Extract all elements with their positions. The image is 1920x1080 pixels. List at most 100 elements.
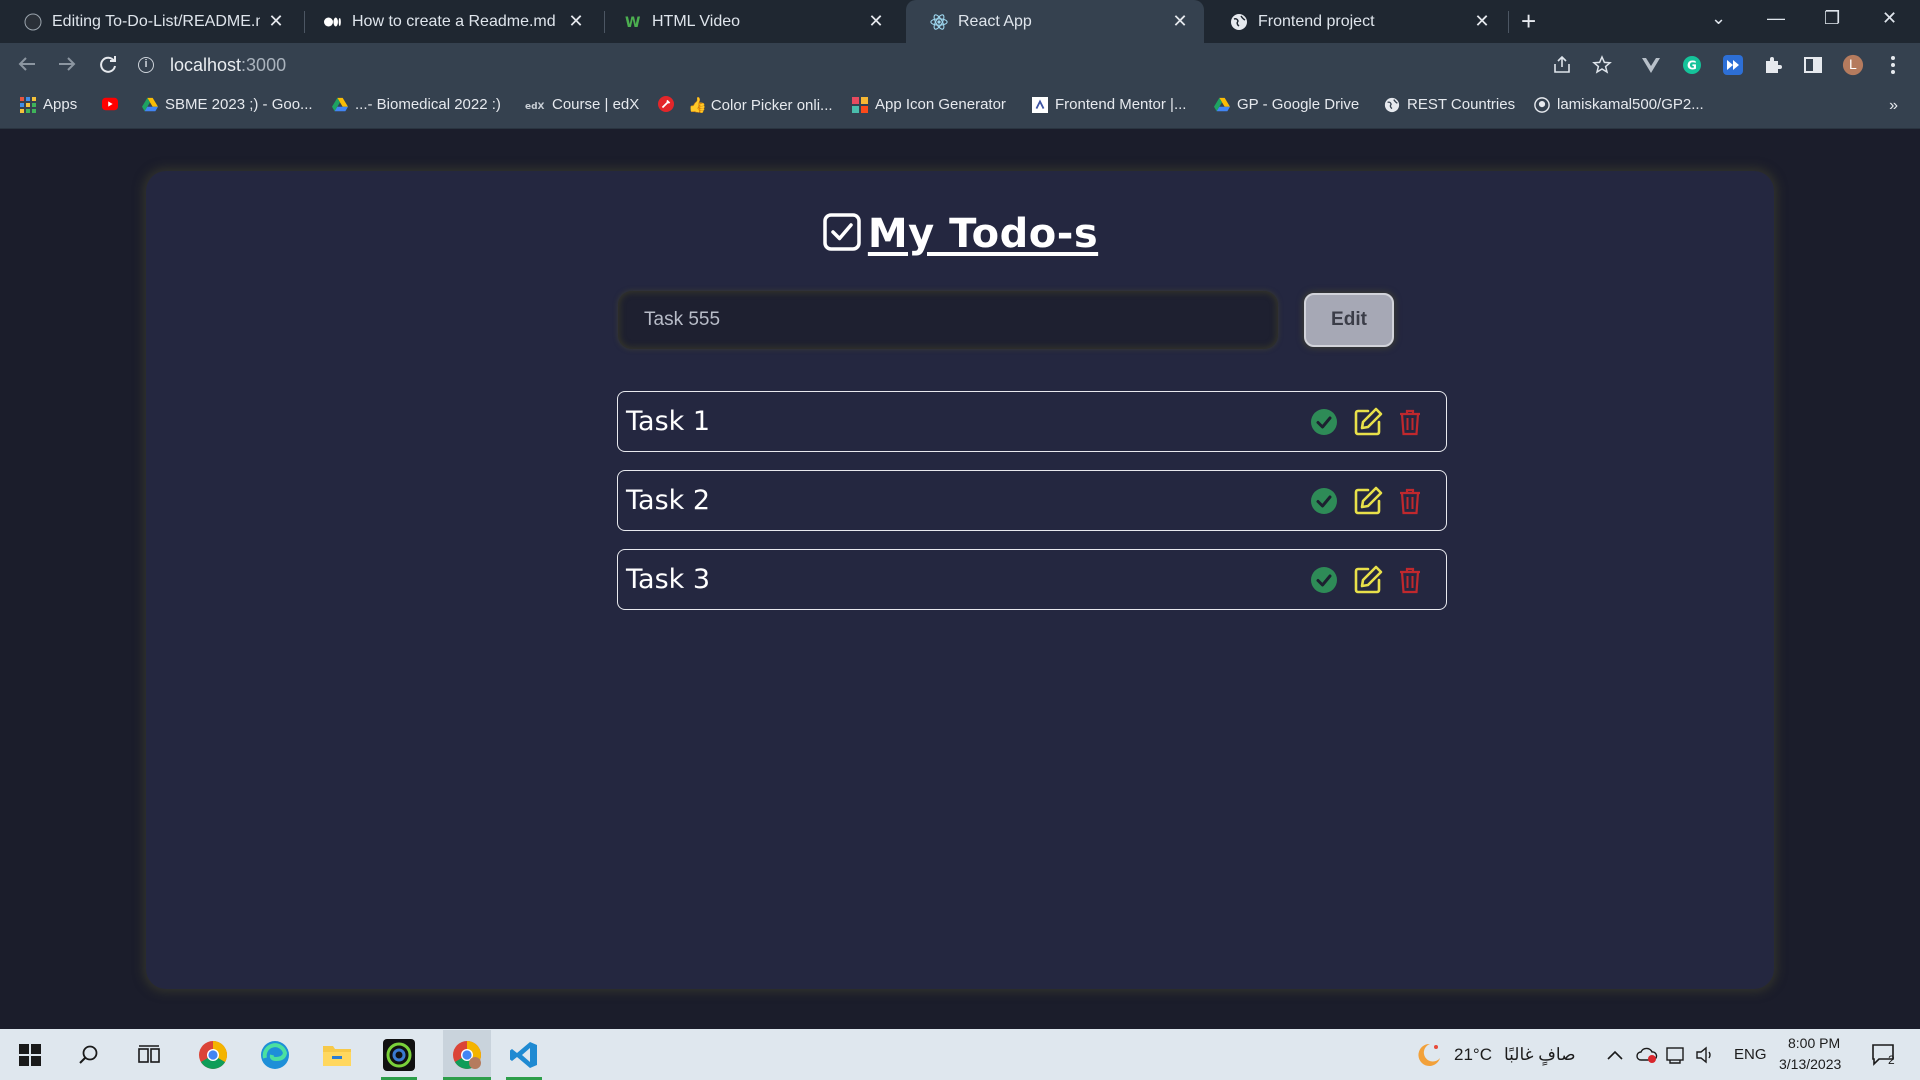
bookmark-color-picker-icon[interactable] <box>658 96 681 112</box>
back-arrow-icon[interactable] <box>16 53 38 79</box>
tab-react-app[interactable]: React App ✕ <box>906 0 1204 43</box>
close-icon[interactable]: ✕ <box>266 11 286 32</box>
tab-frontend-project[interactable]: Frontend project ✕ <box>1206 0 1506 43</box>
reload-icon[interactable] <box>97 53 119 79</box>
vscode-taskbar-icon[interactable] <box>506 1037 542 1080</box>
edge-taskbar-icon[interactable] <box>257 1037 293 1073</box>
bookmark-biomedical-2022[interactable]: ...- Biomedical 2022 :) <box>332 96 501 113</box>
apps-grid-icon <box>20 96 36 113</box>
close-icon[interactable]: ✕ <box>1170 11 1190 32</box>
bookmark-label: Frontend Mentor |... <box>1055 96 1187 113</box>
close-icon[interactable]: ✕ <box>866 11 886 32</box>
close-icon[interactable]: ✕ <box>566 11 586 32</box>
tab-html-video[interactable]: W HTML Video ✕ <box>600 0 900 43</box>
delete-trash-icon[interactable] <box>1398 408 1422 436</box>
clock-time[interactable]: 8:00 PM <box>1788 1035 1840 1051</box>
edit-pencil-icon[interactable] <box>1352 406 1384 438</box>
svg-text:W: W <box>625 15 640 31</box>
bookmark-youtube[interactable] <box>102 96 125 112</box>
tab-search-button[interactable]: ⌄ <box>1711 8 1726 29</box>
bookmark-frontend-mentor[interactable]: Frontend Mentor |... <box>1032 96 1186 113</box>
window-close-button[interactable]: ✕ <box>1882 8 1897 29</box>
fast-forward-extension-icon[interactable] <box>1722 54 1744 76</box>
bookmark-github-gp2[interactable]: lamiskamal500/GP2... <box>1534 96 1704 113</box>
app-title-text: My Todo-s <box>867 211 1099 257</box>
extensions-puzzle-icon[interactable] <box>1762 54 1784 76</box>
bookmark-label: GP - Google Drive <box>1237 96 1360 113</box>
bookmarks-overflow-button[interactable]: » <box>1889 97 1898 115</box>
clock-date[interactable]: 3/13/2023 <box>1779 1056 1841 1072</box>
github-icon <box>1534 96 1550 113</box>
language-indicator[interactable]: ENG <box>1734 1046 1767 1063</box>
search-icon[interactable] <box>71 1037 107 1073</box>
svg-text:G: G <box>1687 59 1697 73</box>
task-view-icon[interactable] <box>131 1037 167 1073</box>
edit-pencil-icon[interactable] <box>1352 564 1384 596</box>
info-icon[interactable]: i <box>138 57 154 73</box>
grammarly-icon[interactable]: G <box>1681 54 1703 76</box>
bookmark-label: lamiskamal500/GP2... <box>1557 96 1704 113</box>
google-drive-icon <box>332 97 348 113</box>
todo-text: Task 3 <box>626 564 711 595</box>
chrome-taskbar-icon[interactable] <box>195 1037 231 1073</box>
url-port: :3000 <box>241 54 287 75</box>
forward-arrow-icon[interactable] <box>56 53 78 79</box>
bookmark-label: REST Countries <box>1407 96 1516 113</box>
side-panel-icon[interactable] <box>1802 54 1824 76</box>
tab-readme-editor[interactable]: Editing To-Do-List/README.md a ✕ <box>0 0 300 43</box>
tab-title: HTML Video <box>652 12 741 30</box>
delete-trash-icon[interactable] <box>1398 487 1422 515</box>
tab-readme-howto[interactable]: How to create a Readme.md file? ✕ <box>300 0 600 43</box>
bookmark-edx[interactable]: edX Course | edX <box>525 96 639 113</box>
bookmark-app-icon-generator[interactable]: App Icon Generator <box>852 96 1006 113</box>
windows-taskbar: 21°C صافٍ غالبًا ENG 8:00 PM 3/13/2023 2 <box>0 1029 1920 1080</box>
tab-title: React App <box>958 12 1032 30</box>
bookmark-color-picker[interactable]: 👍 Color Picker onli... <box>688 96 833 114</box>
todo-input[interactable] <box>618 291 1278 349</box>
bookmark-label: Apps <box>43 96 78 113</box>
address-bar[interactable]: i localhost:3000 <box>138 49 1598 81</box>
delete-trash-icon[interactable] <box>1398 566 1422 594</box>
minimize-button[interactable]: — <box>1767 8 1785 29</box>
network-icon[interactable] <box>1666 1037 1688 1073</box>
close-icon[interactable]: ✕ <box>1472 11 1492 32</box>
bookmark-apps[interactable]: Apps <box>20 96 77 113</box>
cloud-error-icon[interactable] <box>1636 1037 1658 1073</box>
profile-initial: L <box>1849 56 1857 72</box>
notifications-icon[interactable]: 2 <box>1866 1037 1902 1073</box>
restore-button[interactable]: ❐ <box>1824 8 1840 29</box>
chevron-up-icon[interactable] <box>1605 1037 1625 1073</box>
complete-check-icon[interactable] <box>1310 566 1338 594</box>
new-tab-button[interactable]: + <box>1521 8 1536 34</box>
browser-tab-strip: Editing To-Do-List/README.md a ✕ How to … <box>0 0 1920 43</box>
todo-actions <box>1296 485 1422 517</box>
edit-pencil-icon[interactable] <box>1352 485 1384 517</box>
weather-temperature[interactable]: 21°C <box>1454 1045 1492 1065</box>
bookmark-gp-drive[interactable]: GP - Google Drive <box>1214 96 1359 113</box>
weather-icon[interactable] <box>1410 1037 1446 1073</box>
obs-taskbar-icon[interactable] <box>381 1037 417 1080</box>
edit-button[interactable]: Edit <box>1304 293 1394 347</box>
vue-devtools-icon[interactable] <box>1640 54 1662 76</box>
share-icon[interactable] <box>1551 54 1573 76</box>
complete-check-icon[interactable] <box>1310 408 1338 436</box>
todo-actions <box>1296 564 1422 596</box>
more-menu-icon[interactable] <box>1882 54 1904 76</box>
weather-description[interactable]: صافٍ غالبًا <box>1504 1045 1576 1065</box>
chrome-profile-taskbar-icon[interactable] <box>443 1030 491 1080</box>
complete-check-icon[interactable] <box>1310 487 1338 515</box>
windows-start-icon[interactable] <box>12 1037 48 1073</box>
tab-title: Frontend project <box>1258 12 1375 30</box>
bookmark-sbme-2023[interactable]: SBME 2023 ;) - Goo... <box>142 96 313 113</box>
url-host: localhost <box>170 54 242 75</box>
file-explorer-icon[interactable] <box>319 1037 355 1073</box>
tab-title: Editing To-Do-List/README.md a <box>52 12 260 30</box>
avatar[interactable]: L <box>1842 54 1864 76</box>
globe-icon <box>1230 13 1248 31</box>
bookmark-star-icon[interactable] <box>1591 54 1613 76</box>
medium-icon <box>324 13 342 31</box>
volume-icon[interactable] <box>1694 1037 1716 1073</box>
google-drive-icon <box>1214 97 1230 113</box>
bookmark-label: App Icon Generator <box>875 96 1006 113</box>
bookmark-rest-countries[interactable]: REST Countries <box>1384 96 1515 113</box>
